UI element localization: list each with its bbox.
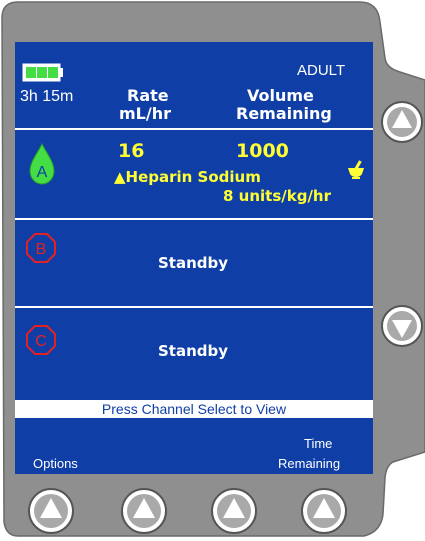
softkey-label-options: Options [33, 456, 78, 471]
down-arrow-icon[interactable] [380, 304, 424, 348]
channel-a-volume: 1000 [236, 140, 289, 162]
drop-icon: A [29, 142, 55, 185]
infusion-pump: 3h 15m ADULT Rate mL/hr Volume Remaining… [0, 0, 425, 541]
channel-a-letter: A [37, 164, 48, 181]
up-arrow-icon[interactable] [380, 100, 424, 144]
rate-unit-header: mL/hr [119, 104, 171, 123]
softkey-4-button[interactable] [299, 486, 349, 536]
mortar-pestle-icon [348, 160, 364, 179]
channel-b-row[interactable]: B Standby [15, 220, 373, 306]
channel-b-letter: B [36, 241, 47, 258]
softkey-label-remaining: Remaining [278, 456, 341, 471]
channel-c-status: Standby [158, 342, 229, 360]
channel-c-octagon-icon: C [26, 325, 56, 355]
channel-c-row[interactable]: C Standby [15, 308, 373, 396]
softkey-3-button[interactable] [209, 486, 259, 536]
channel-c-letter: C [35, 333, 47, 350]
channel-b-status: Standby [158, 254, 229, 272]
channel-select-banner: Press Channel Select to View [15, 400, 373, 418]
channel-a-dose: 8 units/kg/hr [223, 187, 332, 205]
softkey-label-time: Time [304, 436, 333, 451]
channel-a-row[interactable]: A 16 1000 ▲Heparin Sodium 8 units/kg/hr [15, 130, 373, 218]
channel-b-octagon-icon: B [26, 233, 56, 263]
softkey-1-button[interactable] [26, 486, 76, 536]
battery-icon [22, 63, 63, 82]
rate-header: Rate [127, 86, 169, 105]
softkey-2-button[interactable] [119, 486, 169, 536]
volume-remaining-header: Remaining [236, 104, 332, 123]
patient-mode: ADULT [297, 62, 346, 79]
channel-a-rate: 16 [118, 140, 145, 162]
channel-a-drug: ▲Heparin Sodium [114, 168, 261, 186]
battery-time: 3h 15m [20, 88, 74, 105]
volume-header: Volume [247, 86, 314, 105]
